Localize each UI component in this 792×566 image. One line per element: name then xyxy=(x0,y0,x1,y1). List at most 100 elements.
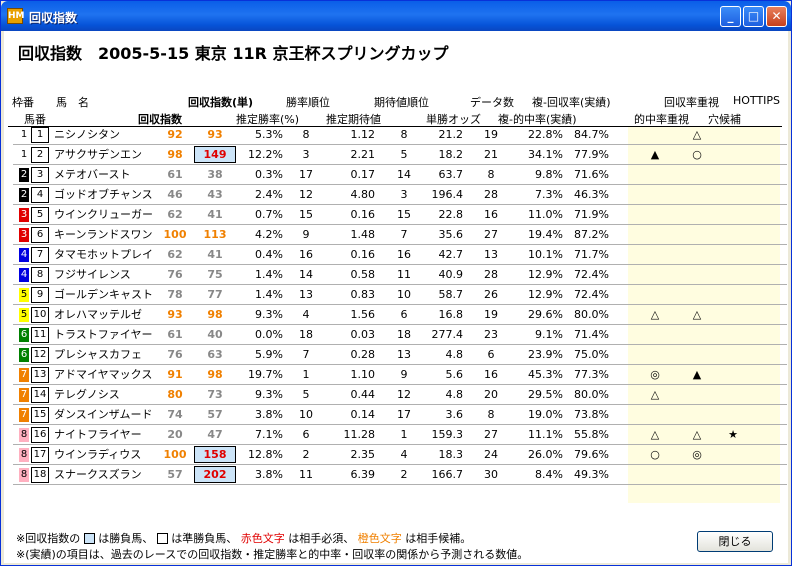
hit-rate: 26.0% xyxy=(528,448,563,461)
recovery-rate: 55.8% xyxy=(574,428,609,441)
close-button[interactable]: 閉じる xyxy=(697,531,773,552)
expected-rank: 11 xyxy=(397,268,411,281)
title-bar[interactable]: HM 回収指数 _ □ ✕ xyxy=(1,1,791,31)
header-hit-recovery: 複-回収率(実績) xyxy=(532,96,611,109)
win-odds: 166.7 xyxy=(431,468,464,481)
est-expected-value: 0.44 xyxy=(350,388,376,401)
horse-name: オレハマッテルゼ xyxy=(54,308,142,321)
waku-number: 3 xyxy=(19,228,29,242)
table-row[interactable]: 6 12 プレシャスカフェ 76 63 5.9% 7 0.28 13 4.8 6 23.9% 75.0% xyxy=(13,345,787,365)
win-rank: 1 xyxy=(302,368,310,381)
est-expected-value: 1.10 xyxy=(350,368,376,381)
expected-rank: 1 xyxy=(400,428,408,441)
win-odds: 35.6 xyxy=(438,228,464,241)
header-hottips: HOTTIPS xyxy=(733,94,781,107)
mark-hottips xyxy=(725,405,741,424)
minimize-button[interactable]: _ xyxy=(720,6,741,27)
hit-rate: 23.9% xyxy=(528,348,563,361)
mark-hottips xyxy=(725,465,741,484)
win-odds: 40.9 xyxy=(438,268,464,281)
expected-rank: 10 xyxy=(397,288,411,301)
table-row[interactable]: 4 7 タマモホットプレイ 62 41 0.4% 16 0.16 16 42.7 13 10.1% 71… xyxy=(13,245,787,265)
footer-text-g: は相手候補。 xyxy=(405,532,472,545)
horse-name: フジサイレンス xyxy=(54,268,131,281)
mark-hit-focus xyxy=(647,265,663,284)
win-odds: 159.3 xyxy=(431,428,464,441)
data-count: 28 xyxy=(484,188,498,201)
table-row[interactable]: 1 2 アサクサデンエン 98 149 12.2% 3 2.21 5 18.2 21 34.1% 77.… xyxy=(13,145,787,165)
table-row[interactable]: 7 15 ダンスインザムード 74 57 3.8% 10 0.14 17 3.6 8 19.0% 73.… xyxy=(13,405,787,425)
mark-hottips xyxy=(725,265,741,284)
recovery-index: 98 xyxy=(167,148,183,161)
app-icon: HM xyxy=(7,8,25,24)
est-win-rate: 0.4% xyxy=(255,248,283,261)
est-win-rate: 12.8% xyxy=(248,448,283,461)
table-row[interactable]: 8 18 スナークスズラン 57 202 3.8% 11 6.39 2 166.7 30 8.4% 49… xyxy=(13,465,787,485)
mark-recovery-focus xyxy=(689,345,705,364)
data-count: 27 xyxy=(484,428,498,441)
mark-hit-focus xyxy=(647,345,663,364)
data-count: 27 xyxy=(484,228,498,241)
client-area: 回収指数 2005-5-15 東京 11R 京王杯スプリングカップ 枠番 馬 名… xyxy=(4,31,788,563)
horse-number: 8 xyxy=(31,267,49,283)
close-window-button[interactable]: ✕ xyxy=(766,6,787,27)
mark-hottips xyxy=(725,305,741,324)
recovery-index: 92 xyxy=(167,128,183,141)
mark-hottips xyxy=(725,445,741,464)
table-row[interactable]: 2 3 メテオバースト 61 38 0.3% 17 0.17 14 63.7 8 9.8% 71.6% xyxy=(13,165,787,185)
est-win-rate: 0.7% xyxy=(255,208,283,221)
header-index-single: 回収指数(単) xyxy=(188,96,254,109)
table-row[interactable]: 7 13 アドマイヤマックス 91 98 19.7% 1 1.10 9 5.6 16 45.3% 77.… xyxy=(13,365,787,385)
win-rank: 14 xyxy=(299,268,313,281)
win-rank: 7 xyxy=(302,348,310,361)
table-row[interactable]: 5 10 オレハマッテルゼ 93 98 9.3% 4 1.56 6 16.8 19 29.6% 80.0… xyxy=(13,305,787,325)
mark-hottips xyxy=(725,205,741,224)
header-data-count: データ数 xyxy=(470,96,514,109)
hit-rate: 12.9% xyxy=(528,288,563,301)
data-count: 16 xyxy=(484,368,498,381)
expected-rank: 18 xyxy=(397,328,411,341)
table-row[interactable]: 7 14 テレグノシス 80 73 9.3% 5 0.44 12 4.8 20 29.5% 80.0% △ xyxy=(13,385,787,405)
data-count: 28 xyxy=(484,268,498,281)
hit-rate: 19.4% xyxy=(528,228,563,241)
table-row[interactable]: 2 4 ゴッドオブチャンス 46 43 2.4% 12 4.80 3 196.4 28 7.3% 46.… xyxy=(13,185,787,205)
est-expected-value: 0.03 xyxy=(350,328,376,341)
maximize-button[interactable]: □ xyxy=(743,6,764,27)
recovery-index-single: 149 xyxy=(194,146,236,163)
table-row[interactable]: 4 8 フジサイレンス 76 75 1.4% 14 0.58 11 40.9 28 12.9% 72.4… xyxy=(13,265,787,285)
mark-hit-focus xyxy=(647,225,663,244)
table-row[interactable]: 1 1 ニシノシタン 92 93 5.3% 8 1.12 8 21.2 19 22.8% 84.7% △ xyxy=(13,125,787,145)
footer-red-text: 赤色文字 xyxy=(240,532,285,545)
mark-recovery-focus: △ xyxy=(692,428,702,441)
header-recovery-focus: 回収率重視 xyxy=(664,96,719,109)
table-row[interactable]: 8 16 ナイトフライヤー 20 47 7.1% 6 11.28 1 159.3 27 11.1% 55… xyxy=(13,425,787,445)
mark-hottips xyxy=(725,185,741,204)
waku-number: 1 xyxy=(20,129,28,140)
waku-number: 6 xyxy=(19,328,29,342)
horse-name: ウインクリューガー xyxy=(54,208,153,221)
recovery-rate: 77.9% xyxy=(574,148,609,161)
hit-rate: 11.1% xyxy=(528,428,563,441)
mark-hottips xyxy=(725,365,741,384)
waku-number: 8 xyxy=(19,428,29,442)
mark-hit-focus xyxy=(647,245,663,264)
table-row[interactable]: 8 17 ウインラディウス 100 158 12.8% 2 2.35 4 18.3 24 26.0% 7… xyxy=(13,445,787,465)
mark-hottips xyxy=(725,125,741,144)
table-row[interactable]: 6 11 トラストファイヤー 61 40 0.0% 18 0.03 18 277.4 23 9.1% 7… xyxy=(13,325,787,345)
est-expected-value: 0.58 xyxy=(350,268,376,281)
mark-hottips xyxy=(725,345,741,364)
mark-recovery-focus: ◎ xyxy=(692,448,702,461)
hit-rate: 9.1% xyxy=(535,328,563,341)
table-row[interactable]: 5 9 ゴールデンキャスト 78 77 1.4% 13 0.83 10 58.7 26 12.9% 72… xyxy=(13,285,787,305)
mark-hit-focus xyxy=(647,185,663,204)
horse-number: 5 xyxy=(31,207,49,223)
table-row[interactable]: 3 5 ウインクリューガー 62 41 0.7% 15 0.16 15 22.8 16 11.0% 71… xyxy=(13,205,787,225)
table-row[interactable]: 3 6 キーンランドスワン 100 113 4.2% 9 1.48 7 35.6 27 19.4% 87… xyxy=(13,225,787,245)
recovery-index-single: 63 xyxy=(207,348,223,361)
win-odds: 58.7 xyxy=(438,288,464,301)
horse-name: キーンランドスワン xyxy=(54,228,153,241)
est-win-rate: 3.8% xyxy=(255,468,283,481)
header-horse: 馬 名 xyxy=(56,96,89,109)
horse-name: テレグノシス xyxy=(54,388,120,401)
est-win-rate: 9.3% xyxy=(255,308,283,321)
